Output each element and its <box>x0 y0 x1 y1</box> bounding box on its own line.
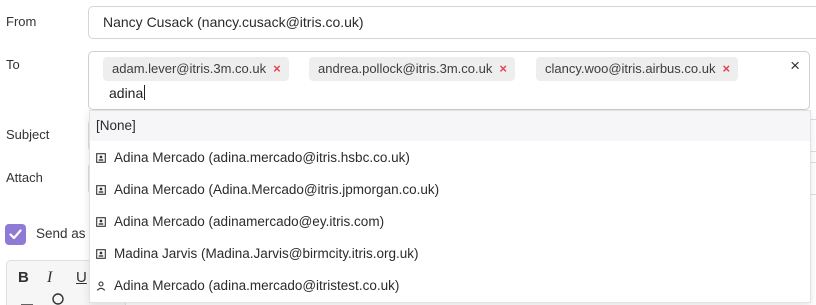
recipient-chip-label: andrea.pollock@itris.3m.co.uk <box>318 61 493 76</box>
contact-card-icon <box>96 249 106 259</box>
underline-button[interactable]: U <box>76 269 87 286</box>
autocomplete-option-label: Adina Mercado (adinamercado@ey.itris.com… <box>114 214 385 229</box>
contact-card-icon <box>96 217 106 227</box>
autocomplete-option[interactable]: Madina Jarvis (Madina.Jarvis@birmcity.it… <box>90 239 810 269</box>
autocomplete-option[interactable]: Adina Mercado (adinamercado@ey.itris.com… <box>90 207 810 237</box>
person-icon <box>96 281 106 291</box>
autocomplete-option-label: Adina Mercado (Adina.Mercado@itris.jpmor… <box>114 182 440 197</box>
horizontal-rule-icon[interactable] <box>20 295 34 305</box>
to-field[interactable]: adam.lever@itris.3m.co.uk × andrea.polloc… <box>88 51 810 110</box>
email-compose-form: From Nancy Cusack (nancy.cusack@itris.co… <box>0 0 816 305</box>
contact-card-icon <box>96 153 106 163</box>
recipient-chip: andrea.pollock@itris.3m.co.uk × <box>309 57 515 81</box>
autocomplete-option-none[interactable]: [None] <box>90 111 810 141</box>
autocomplete-option[interactable]: Adina Mercado (Adina.Mercado@itris.jpmor… <box>90 175 810 205</box>
recipient-autocomplete-list: [None] Adina Mercado (adina.mercado@itri… <box>89 110 811 303</box>
remove-recipient-icon[interactable]: × <box>499 61 507 76</box>
recipient-chip-label: adam.lever@itris.3m.co.uk <box>112 61 267 76</box>
recipient-chip: adam.lever@itris.3m.co.uk × <box>103 57 289 81</box>
to-input-text: adina <box>109 85 144 101</box>
to-label: To <box>6 57 20 72</box>
autocomplete-option[interactable]: Adina Mercado (adina.mercado@itristest.c… <box>90 271 810 301</box>
remove-recipient-icon[interactable]: × <box>273 61 281 76</box>
subject-label: Subject <box>6 127 50 142</box>
checkmark-icon <box>9 229 22 240</box>
from-field[interactable]: Nancy Cusack (nancy.cusack@itris.co.uk) <box>88 6 816 39</box>
attach-label: Attach <box>6 170 43 185</box>
bold-button[interactable]: B <box>18 269 29 286</box>
italic-button[interactable]: I <box>47 269 52 287</box>
autocomplete-option-label: Madina Jarvis (Madina.Jarvis@birmcity.it… <box>114 246 419 261</box>
send-as-checkbox[interactable] <box>5 224 26 245</box>
to-input[interactable]: adina <box>109 85 146 101</box>
autocomplete-option-label: Adina Mercado (adina.mercado@itristest.c… <box>114 278 400 293</box>
recipient-chip: clancy.woo@itris.airbus.co.uk × <box>536 57 739 81</box>
autocomplete-option-label: Adina Mercado (adina.mercado@itris.hsbc.… <box>114 150 410 165</box>
recipient-chip-label: clancy.woo@itris.airbus.co.uk <box>545 61 716 76</box>
autocomplete-option[interactable]: Adina Mercado (adina.mercado@itris.hsbc.… <box>90 143 810 173</box>
from-label: From <box>6 14 37 29</box>
contact-card-icon <box>96 185 106 195</box>
send-as-label: Send as <box>36 226 86 241</box>
search-icon[interactable] <box>50 292 66 305</box>
text-caret <box>144 85 146 100</box>
clear-recipients-icon[interactable]: × <box>790 56 800 76</box>
remove-recipient-icon[interactable]: × <box>722 61 730 76</box>
